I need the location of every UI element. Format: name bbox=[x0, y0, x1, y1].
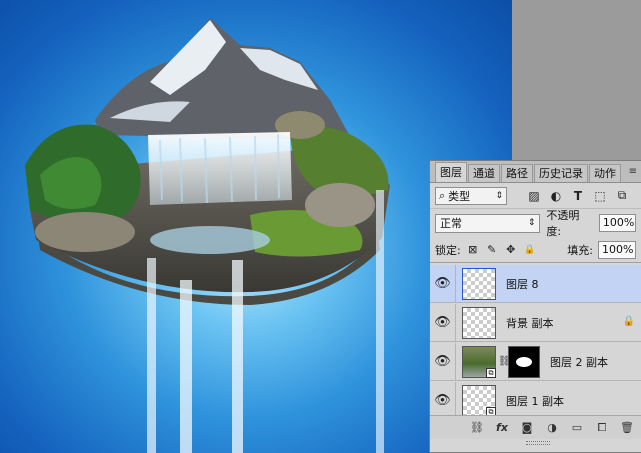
blend-row: 正常 ⇕ 不透明度: 100% bbox=[430, 209, 641, 238]
layer-name: 图层 8 bbox=[506, 277, 539, 291]
adjustment-layer-icon[interactable]: ◑ bbox=[540, 418, 564, 438]
chevron-updown-icon: ⇕ bbox=[527, 218, 536, 228]
lock-transparent-icon[interactable]: ⊠ bbox=[466, 242, 480, 258]
mask-link-icon[interactable]: ⛓ bbox=[498, 356, 511, 367]
chevron-updown-icon: ⇕ bbox=[495, 190, 503, 201]
layer-filter-row: ⌕ 类型 ⇕ ▨ ◐ T ⬚ ⧉ bbox=[430, 183, 641, 209]
mask-shape bbox=[516, 356, 532, 367]
layer-thumbnail bbox=[462, 306, 496, 339]
lock-all-icon[interactable]: 🔒 bbox=[523, 242, 537, 258]
fill-input[interactable]: 100% bbox=[598, 240, 636, 259]
filter-kind-label: 类型 bbox=[448, 189, 471, 203]
smart-object-filter-icon[interactable]: ⧉ bbox=[613, 187, 631, 205]
layer-name: 图层 1 副本 bbox=[506, 394, 564, 408]
panel-resize-grip[interactable] bbox=[526, 441, 550, 445]
layers-footer-toolbar: ⛓ fx ◙ ◑ ▭ ⧠ 🗑 bbox=[430, 415, 641, 439]
tab-layers[interactable]: 图层 bbox=[435, 162, 467, 182]
opacity-label: 不透明度: bbox=[546, 209, 580, 238]
lock-label: 锁定: bbox=[435, 243, 461, 257]
blend-mode-value: 正常 bbox=[440, 217, 462, 230]
layers-panel[interactable]: 图层 通道 路径 历史记录 动作 ≡ ⌕ 类型 ⇕ ▨ ◐ T ⬚ ⧉ 正常 ⇕… bbox=[429, 160, 641, 453]
visibility-eye-icon[interactable]: 👁 bbox=[430, 303, 456, 342]
tab-actions[interactable]: 动作 bbox=[589, 164, 621, 182]
filter-kind-select[interactable]: ⌕ 类型 ⇕ bbox=[435, 186, 507, 205]
layer-style-icon[interactable]: fx bbox=[490, 418, 514, 438]
lock-position-icon[interactable]: ✥ bbox=[504, 242, 518, 258]
visibility-eye-icon[interactable]: 👁 bbox=[430, 265, 456, 303]
layer-row[interactable]: 👁 图层 8 bbox=[430, 265, 641, 303]
link-layers-icon[interactable]: ⛓ bbox=[465, 418, 489, 438]
tab-paths[interactable]: 路径 bbox=[501, 164, 533, 182]
layer-thumbnail: ⧉ bbox=[462, 384, 496, 415]
layer-thumbnail bbox=[462, 267, 496, 300]
layer-name: 图层 2 副本 bbox=[550, 355, 608, 369]
lock-row: 锁定: ⊠ ✎ ✥ 🔒 填充: 100% bbox=[430, 237, 641, 263]
tab-channels[interactable]: 通道 bbox=[468, 164, 500, 182]
smart-object-icon: ⧉ bbox=[486, 367, 496, 378]
lock-icon: 🔒 bbox=[622, 316, 635, 327]
fill-label: 填充: bbox=[567, 243, 593, 257]
layer-name: 背景 副本 bbox=[506, 316, 554, 330]
type-filter-icon[interactable]: T bbox=[569, 187, 587, 205]
tab-history[interactable]: 历史记录 bbox=[534, 164, 588, 182]
adjustment-filter-icon[interactable]: ◐ bbox=[547, 187, 565, 205]
layer-list[interactable]: 👁 图层 8 👁 背景 副本 🔒 👁 ⧉ ⛓ 图层 2 副本 👁 ⧉ 图层 1 … bbox=[430, 265, 641, 415]
layer-row[interactable]: 👁 背景 副本 🔒 bbox=[430, 303, 641, 342]
visibility-eye-icon[interactable]: 👁 bbox=[430, 381, 456, 415]
blend-mode-select[interactable]: 正常 ⇕ bbox=[435, 213, 541, 233]
lock-pixels-icon[interactable]: ✎ bbox=[485, 242, 499, 258]
panel-menu-icon[interactable]: ≡ bbox=[629, 166, 637, 177]
search-icon: ⌕ bbox=[439, 188, 446, 202]
new-layer-icon[interactable]: ⧠ bbox=[590, 418, 614, 438]
layer-row[interactable]: 👁 ⧉ ⛓ 图层 2 副本 bbox=[430, 342, 641, 381]
layer-thumbnail: ⧉ bbox=[462, 345, 496, 378]
layer-row[interactable]: 👁 ⧉ 图层 1 副本 bbox=[430, 381, 641, 415]
delete-layer-icon[interactable]: 🗑 bbox=[615, 418, 639, 438]
smart-object-icon: ⧉ bbox=[486, 406, 496, 415]
opacity-input[interactable]: 100% bbox=[598, 214, 636, 232]
pixel-filter-icon[interactable]: ▨ bbox=[525, 187, 543, 205]
panel-tab-bar: 图层 通道 路径 历史记录 动作 ≡ bbox=[430, 161, 641, 183]
new-group-icon[interactable]: ▭ bbox=[565, 418, 589, 438]
layer-mask-thumbnail[interactable] bbox=[508, 345, 540, 378]
visibility-eye-icon[interactable]: 👁 bbox=[430, 342, 456, 381]
shape-filter-icon[interactable]: ⬚ bbox=[591, 187, 609, 205]
add-mask-icon[interactable]: ◙ bbox=[515, 418, 539, 438]
